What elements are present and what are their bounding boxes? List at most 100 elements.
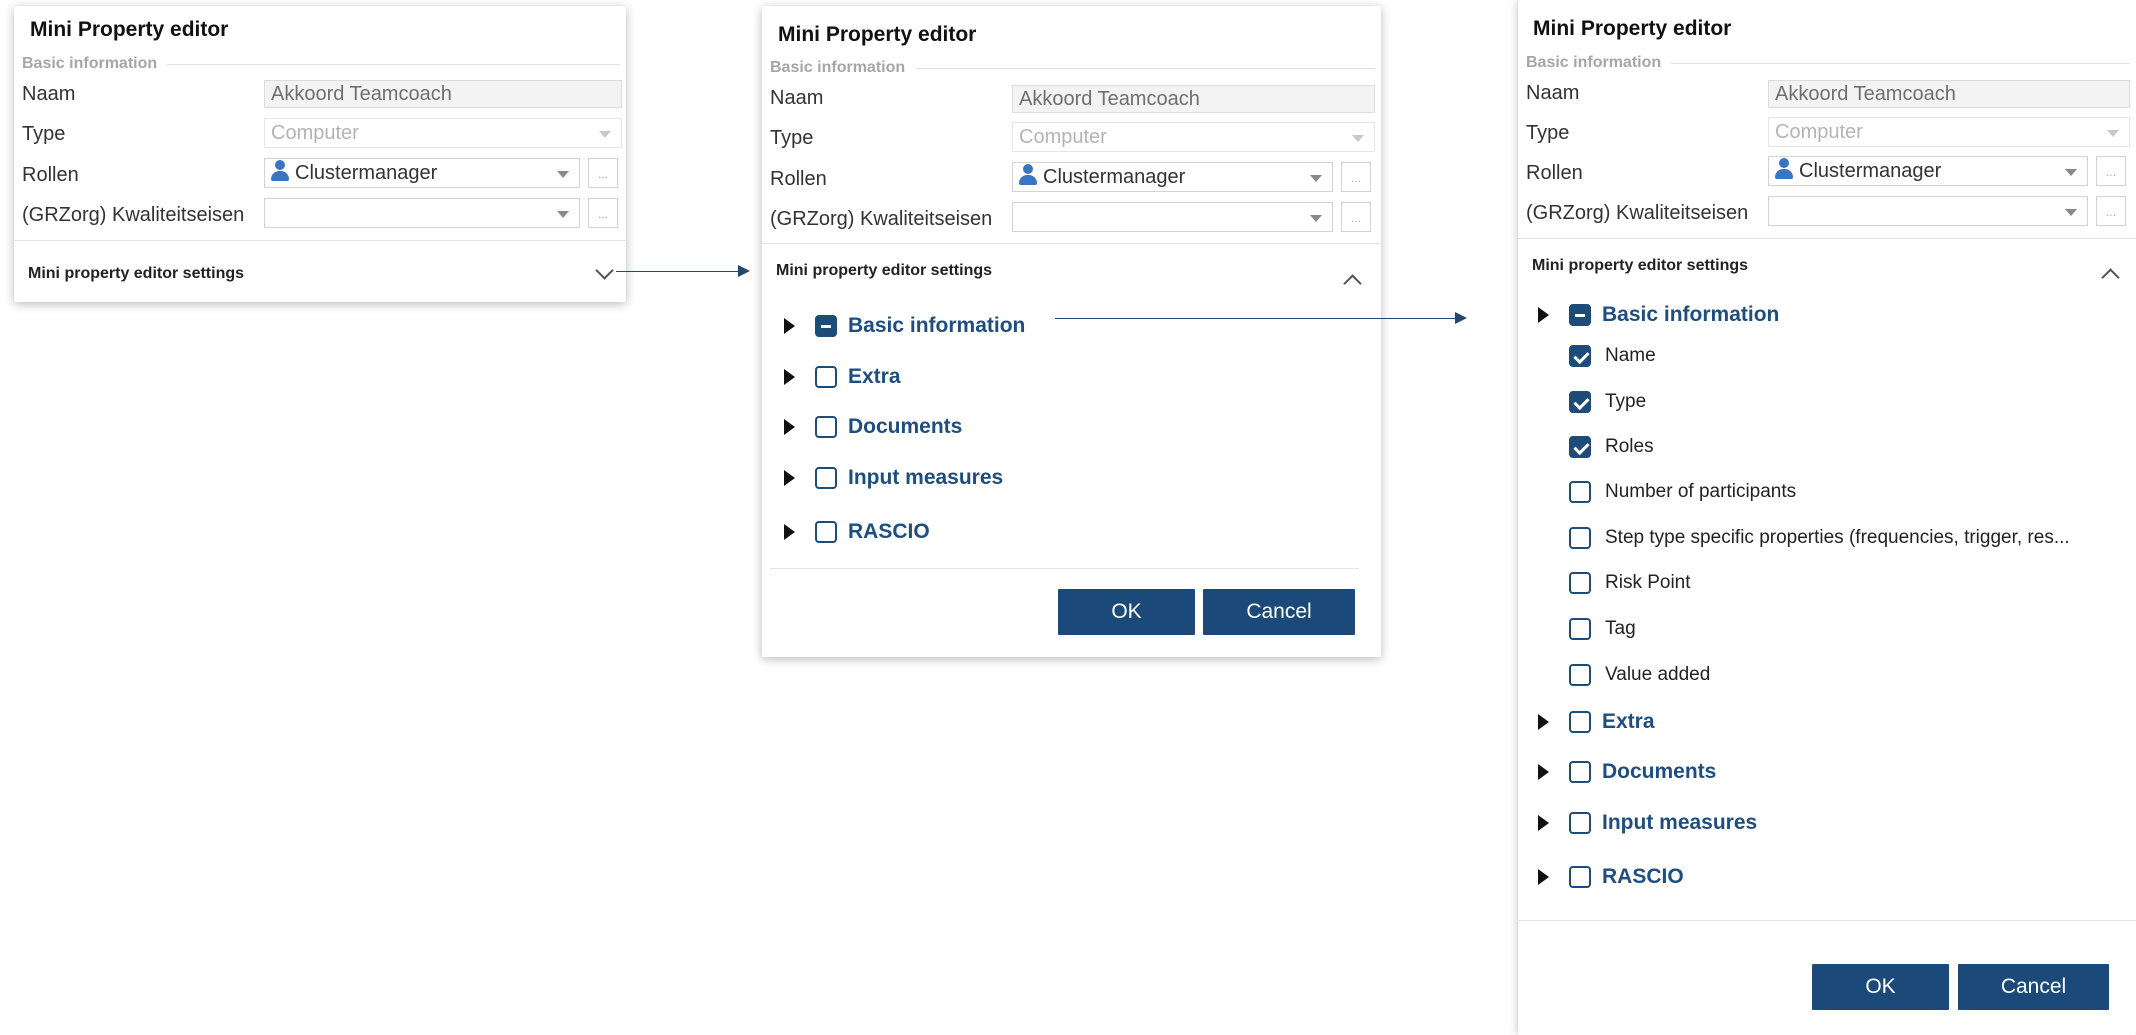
expand-arrow-icon[interactable] bbox=[1538, 714, 1549, 730]
kwaliteit-select[interactable] bbox=[1768, 196, 2088, 226]
settings-title[interactable]: Mini property editor settings bbox=[1532, 257, 1748, 275]
naam-label: Naam bbox=[1526, 82, 1580, 104]
checkbox[interactable] bbox=[1569, 527, 1591, 549]
chevron-up-icon[interactable] bbox=[1343, 274, 1362, 293]
expand-arrow-icon[interactable] bbox=[784, 524, 795, 540]
cancel-button[interactable]: Cancel bbox=[1203, 589, 1355, 635]
item-label: Number of participants bbox=[1605, 481, 1797, 502]
divider bbox=[770, 568, 1359, 569]
tree-category-input-measures[interactable]: Input measures bbox=[762, 463, 1381, 493]
item-label: Type bbox=[1605, 391, 1647, 412]
kwaliteit-label: (GRZorg) Kwaliteitseisen bbox=[1526, 202, 1749, 224]
expand-arrow-icon[interactable] bbox=[1538, 815, 1549, 831]
settings-title[interactable]: Mini property editor settings bbox=[28, 265, 244, 283]
tree-item-risk-point[interactable]: Risk Point bbox=[1518, 568, 2136, 598]
chevron-up-icon[interactable] bbox=[2101, 268, 2120, 287]
checkbox-checked[interactable] bbox=[1569, 391, 1591, 413]
section-basic-information: Basic information bbox=[1526, 54, 2130, 72]
category-label: Basic information bbox=[848, 314, 1026, 337]
kwaliteit-browse-button[interactable]: ... bbox=[1341, 202, 1371, 232]
cancel-button[interactable]: Cancel bbox=[1958, 964, 2109, 1010]
checkbox[interactable] bbox=[1569, 481, 1591, 503]
rollen-browse-button[interactable]: ... bbox=[588, 158, 618, 188]
item-label: Risk Point bbox=[1605, 572, 1691, 593]
expand-arrow-icon[interactable] bbox=[784, 369, 795, 385]
tree-category-rascio[interactable]: RASCIO bbox=[1518, 862, 2136, 892]
chevron-down-icon bbox=[599, 131, 611, 138]
tree-item-number-of-participants[interactable]: Number of participants bbox=[1518, 477, 2136, 507]
tree-category-input-measures[interactable]: Input measures bbox=[1518, 808, 2136, 838]
rollen-select[interactable]: Clustermanager bbox=[1768, 156, 2088, 186]
naam-field[interactable]: Akkoord Teamcoach bbox=[1012, 85, 1375, 113]
checkbox[interactable] bbox=[815, 366, 837, 388]
expand-arrow-icon[interactable] bbox=[1538, 869, 1549, 885]
category-label: RASCIO bbox=[1602, 865, 1684, 888]
tree-item-tag[interactable]: Tag bbox=[1518, 614, 2136, 644]
flow-arrow-line bbox=[616, 271, 740, 272]
editor-title: Mini Property editor bbox=[30, 18, 229, 41]
mini-property-editor-collapsed: Mini Property editor Basic information N… bbox=[14, 6, 626, 302]
checkbox[interactable] bbox=[815, 521, 837, 543]
tree-item-step-type-specific-properties[interactable]: Step type specific properties (frequenci… bbox=[1518, 523, 2136, 553]
tree-item-value-added[interactable]: Value added bbox=[1518, 660, 2136, 690]
checkbox[interactable] bbox=[1569, 761, 1591, 783]
expand-arrow-icon[interactable] bbox=[784, 318, 795, 334]
tree-category-basic-information[interactable]: Basic information bbox=[762, 311, 1381, 341]
user-icon bbox=[1775, 158, 1793, 180]
rollen-browse-button[interactable]: ... bbox=[1341, 162, 1371, 192]
kwaliteit-select[interactable] bbox=[1012, 202, 1333, 232]
type-select[interactable]: Computer bbox=[264, 118, 622, 148]
chevron-down-icon bbox=[557, 211, 569, 218]
rollen-browse-button[interactable]: ... bbox=[2096, 156, 2126, 186]
chevron-down-icon bbox=[1310, 215, 1322, 222]
tree-item-name[interactable]: Name bbox=[1518, 341, 2136, 371]
tree-item-type[interactable]: Type bbox=[1518, 387, 2136, 417]
naam-field[interactable]: Akkoord Teamcoach bbox=[264, 80, 622, 108]
ok-button[interactable]: OK bbox=[1812, 964, 1949, 1010]
divider bbox=[14, 240, 626, 241]
checkbox[interactable] bbox=[815, 467, 837, 489]
kwaliteit-browse-button[interactable]: ... bbox=[2096, 196, 2126, 226]
checkbox-checked[interactable] bbox=[1569, 345, 1591, 367]
user-icon bbox=[271, 160, 289, 182]
kwaliteit-select[interactable] bbox=[264, 198, 580, 228]
settings-title[interactable]: Mini property editor settings bbox=[776, 262, 992, 280]
tree-category-documents[interactable]: Documents bbox=[762, 412, 1381, 442]
expand-arrow-icon[interactable] bbox=[1538, 307, 1549, 323]
item-label: Tag bbox=[1605, 618, 1636, 639]
checkbox[interactable] bbox=[1569, 618, 1591, 640]
checkbox[interactable] bbox=[1569, 664, 1591, 686]
checkbox-partial[interactable] bbox=[1569, 304, 1591, 326]
chevron-down-icon bbox=[1352, 135, 1364, 142]
checkbox[interactable] bbox=[1569, 572, 1591, 594]
tree-category-documents[interactable]: Documents bbox=[1518, 757, 2136, 787]
category-label: Input measures bbox=[1602, 811, 1758, 834]
tree-category-rascio[interactable]: RASCIO bbox=[762, 517, 1381, 547]
checkbox-partial[interactable] bbox=[815, 315, 837, 337]
rollen-select[interactable]: Clustermanager bbox=[264, 158, 580, 188]
category-label: Extra bbox=[848, 365, 901, 388]
type-select[interactable]: Computer bbox=[1768, 117, 2130, 147]
expand-arrow-icon[interactable] bbox=[784, 470, 795, 486]
tree-category-extra[interactable]: Extra bbox=[1518, 707, 2136, 737]
expand-arrow-icon[interactable] bbox=[784, 419, 795, 435]
tree-category-basic-information[interactable]: Basic information bbox=[1518, 300, 2136, 330]
checkbox[interactable] bbox=[815, 416, 837, 438]
naam-label: Naam bbox=[22, 83, 76, 105]
checkbox[interactable] bbox=[1569, 812, 1591, 834]
checkbox-checked[interactable] bbox=[1569, 436, 1591, 458]
rollen-select[interactable]: Clustermanager bbox=[1012, 162, 1333, 192]
tree-item-roles[interactable]: Roles bbox=[1518, 432, 2136, 462]
category-label: Extra bbox=[1602, 710, 1655, 733]
rollen-label: Rollen bbox=[22, 164, 79, 186]
type-select[interactable]: Computer bbox=[1012, 122, 1375, 152]
ok-button[interactable]: OK bbox=[1058, 589, 1195, 635]
kwaliteit-browse-button[interactable]: ... bbox=[588, 198, 618, 228]
chevron-down-icon bbox=[557, 171, 569, 178]
chevron-down-icon[interactable] bbox=[595, 261, 614, 280]
naam-field[interactable]: Akkoord Teamcoach bbox=[1768, 80, 2130, 108]
checkbox[interactable] bbox=[1569, 866, 1591, 888]
tree-category-extra[interactable]: Extra bbox=[762, 362, 1381, 392]
expand-arrow-icon[interactable] bbox=[1538, 764, 1549, 780]
checkbox[interactable] bbox=[1569, 711, 1591, 733]
